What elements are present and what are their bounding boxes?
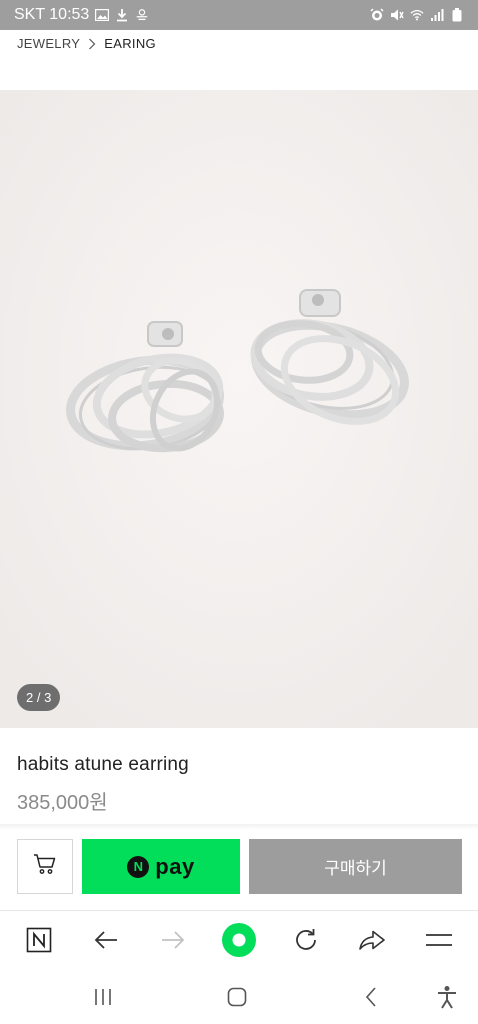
buy-button[interactable]: 구매하기 [249,839,462,894]
add-to-cart-button[interactable] [17,839,73,894]
product-price: 385,000원 [17,792,108,814]
carrier-time: SKT 10:53 [14,6,90,23]
home-icon[interactable] [222,982,252,1012]
browser-toolbar [0,910,478,970]
forward-arrow-icon[interactable] [156,923,190,957]
gallery-icon [95,8,110,22]
pay-icon [135,8,149,22]
signal-icon [430,8,444,22]
product-name: habits atune earring [17,754,189,775]
naver-pay-label: pay [155,853,195,879]
breadcrumb-item-jewelry[interactable]: JEWELRY [17,36,80,51]
status-right [370,8,464,22]
back-icon[interactable] [356,982,386,1012]
mute-icon [390,8,404,22]
buy-button-label: 구매하기 [324,859,387,878]
back-arrow-icon[interactable] [89,923,123,957]
naver-pay-button[interactable]: N pay [82,839,240,894]
wifi-icon [410,8,424,22]
menu-icon[interactable] [422,923,456,957]
status-bar: SKT 10:53 [0,0,478,30]
green-dot-icon[interactable] [222,923,256,957]
earrings-photo [0,90,478,728]
status-left: SKT 10:53 [14,6,149,24]
accessibility-icon[interactable] [432,982,462,1012]
divider [0,824,478,830]
breadcrumb-item-earing[interactable]: EARING [104,36,156,51]
image-counter-badge: 2 / 3 [17,684,61,711]
alarm-icon [370,8,384,22]
breadcrumb: JEWELRY EARING [17,36,156,51]
system-navigation-bar [0,970,478,1024]
share-icon[interactable] [355,923,389,957]
battery-icon [450,8,464,22]
chevron-right-icon [88,38,96,50]
recent-apps-icon[interactable] [88,982,118,1012]
naver-pay-logo-n: N [127,855,150,878]
product-image[interactable]: 2 / 3 [0,90,478,728]
naver-home-icon[interactable] [22,923,56,957]
refresh-icon[interactable] [289,923,323,957]
cart-icon [33,853,57,880]
download-icon [115,8,129,22]
image-counter-text: 2 / 3 [26,690,52,705]
